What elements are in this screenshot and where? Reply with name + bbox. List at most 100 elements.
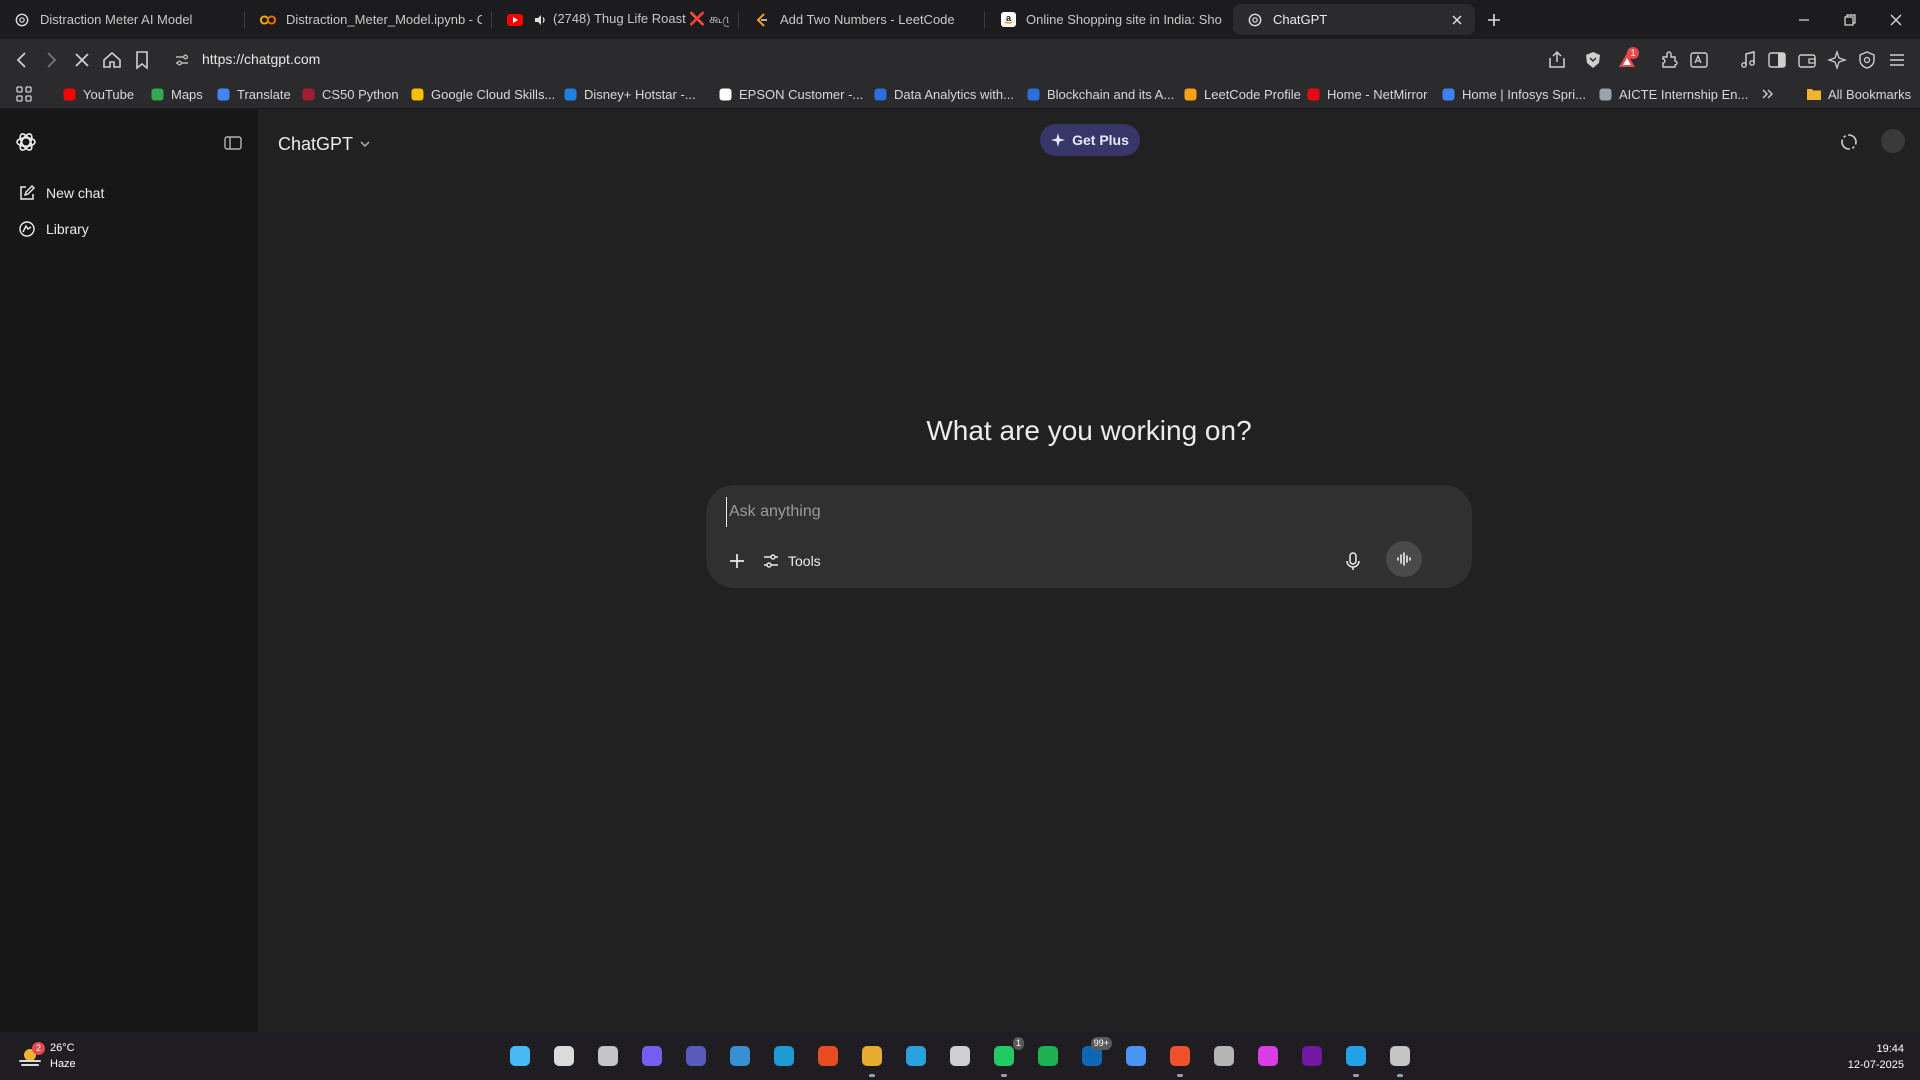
windows-start-icon[interactable] bbox=[506, 1042, 534, 1070]
share-icon[interactable] bbox=[1546, 49, 1568, 71]
site-settings-icon[interactable] bbox=[174, 52, 190, 68]
library-button[interactable]: Library bbox=[10, 212, 248, 246]
clock-date: 12-07-2025 bbox=[1847, 1059, 1904, 1071]
tab-title: ChatGPT bbox=[1273, 12, 1328, 27]
file-explorer-icon[interactable] bbox=[858, 1042, 886, 1077]
tab-youtube[interactable]: (2748) Thug Life Roast ❌ கூமுட்டை bbox=[493, 4, 739, 35]
cloud-icon bbox=[410, 87, 424, 101]
folder-icon bbox=[1807, 87, 1821, 101]
epson-icon bbox=[718, 87, 732, 101]
telegram-icon[interactable] bbox=[902, 1042, 930, 1070]
system-clock[interactable]: 19:44 12-07-2025 bbox=[1848, 1041, 1904, 1073]
new-chat-button[interactable]: New chat bbox=[10, 176, 248, 210]
bookmark-item[interactable]: Translate bbox=[216, 85, 291, 103]
clock-app-icon[interactable] bbox=[1210, 1042, 1238, 1070]
prompt-composer: Tools bbox=[706, 485, 1472, 588]
brave-shields-icon[interactable] bbox=[1582, 49, 1604, 71]
vscode-icon[interactable] bbox=[1342, 1042, 1370, 1077]
tab-amazon[interactable]: a Online Shopping site in India: Shop On… bbox=[986, 4, 1232, 35]
sparkle-icon bbox=[1051, 133, 1066, 147]
bookmark-icon[interactable] bbox=[131, 49, 153, 71]
tab-leetcode[interactable]: Add Two Numbers - LeetCode bbox=[740, 4, 985, 35]
new-tab-icon[interactable] bbox=[1484, 10, 1504, 30]
bookmark-label: Data Analytics with... bbox=[894, 86, 1014, 102]
whatsapp-icon[interactable]: 1 bbox=[990, 1037, 1024, 1077]
tab-distraction-meter[interactable]: Distraction Meter AI Model bbox=[0, 4, 245, 35]
bookmark-item[interactable]: CS50 Python bbox=[301, 85, 399, 103]
bookmark-item[interactable]: Disney+ Hotstar -... bbox=[563, 85, 696, 103]
copilot-icon[interactable] bbox=[638, 1042, 666, 1070]
todo-icon[interactable] bbox=[1122, 1042, 1150, 1070]
media-player-icon[interactable] bbox=[946, 1042, 974, 1070]
tools-button[interactable]: Tools bbox=[762, 549, 821, 573]
extensions-icon[interactable] bbox=[1658, 49, 1680, 71]
forward-icon[interactable] bbox=[40, 49, 62, 71]
infosys-icon bbox=[1441, 87, 1455, 101]
outlook-icon[interactable]: 99+ bbox=[1078, 1037, 1112, 1070]
bookmark-item[interactable]: Blockchain and its A... bbox=[1026, 85, 1174, 103]
user-avatar[interactable] bbox=[1881, 129, 1905, 153]
youtube-icon bbox=[507, 12, 523, 28]
brave-icon[interactable] bbox=[1166, 1042, 1194, 1077]
tab-chatgpt[interactable]: ChatGPT bbox=[1233, 4, 1475, 35]
model-selector[interactable]: ChatGPT bbox=[278, 129, 373, 159]
back-icon[interactable] bbox=[11, 49, 33, 71]
voice-mode-button[interactable] bbox=[1386, 541, 1422, 577]
edge-icon[interactable] bbox=[770, 1042, 798, 1070]
wallet-icon[interactable] bbox=[1796, 49, 1818, 71]
stop-loading-icon[interactable] bbox=[71, 49, 93, 71]
leo-ai-icon[interactable] bbox=[1826, 49, 1848, 71]
spotify-icon[interactable] bbox=[1034, 1042, 1062, 1070]
bookmark-item[interactable]: YouTube bbox=[62, 85, 134, 103]
terminal-icon[interactable] bbox=[1386, 1042, 1414, 1077]
bookmark-item[interactable]: Home | Infosys Spri... bbox=[1441, 85, 1586, 103]
onenote-icon[interactable] bbox=[1298, 1042, 1326, 1070]
media-controls-icon[interactable] bbox=[1737, 49, 1759, 71]
close-sidebar-icon[interactable] bbox=[222, 132, 244, 154]
add-attachment-icon[interactable] bbox=[726, 550, 748, 572]
bookmark-item[interactable]: LeetCode Profile bbox=[1183, 85, 1301, 103]
vpn-icon[interactable] bbox=[1856, 49, 1878, 71]
menu-icon[interactable] bbox=[1886, 49, 1908, 71]
bookmark-item[interactable]: AICTE Internship En... bbox=[1598, 85, 1748, 103]
tab-colab[interactable]: Distraction_Meter_Model.ipynb - Colab bbox=[246, 4, 492, 35]
sidebar-icon[interactable] bbox=[1766, 49, 1788, 71]
get-plus-button[interactable]: Get Plus bbox=[1040, 124, 1140, 156]
clock-time: 19:44 bbox=[1876, 1043, 1904, 1055]
colab-icon bbox=[260, 12, 276, 28]
swayam-icon bbox=[1026, 87, 1040, 101]
openai-logo-icon[interactable] bbox=[14, 130, 38, 154]
bookmark-item[interactable]: Google Cloud Skills... bbox=[410, 85, 555, 103]
temporary-chat-icon[interactable] bbox=[1838, 131, 1860, 153]
microphone-icon[interactable] bbox=[1342, 550, 1364, 572]
translate-page-icon[interactable] bbox=[1688, 49, 1710, 71]
all-bookmarks-folder[interactable]: All Bookmarks bbox=[1807, 85, 1911, 103]
store-icon[interactable] bbox=[814, 1042, 842, 1070]
bookmark-item[interactable]: EPSON Customer -... bbox=[718, 85, 863, 103]
teams-icon[interactable] bbox=[682, 1042, 710, 1070]
home-icon[interactable] bbox=[101, 49, 123, 71]
bookmark-item[interactable]: Data Analytics with... bbox=[873, 85, 1014, 103]
tab-title: Add Two Numbers - LeetCode bbox=[780, 12, 955, 27]
weather-widget[interactable]: 2 26°C Haze bbox=[18, 1039, 138, 1073]
apps-grid-icon[interactable] bbox=[16, 85, 32, 103]
more-bookmarks-icon[interactable] bbox=[1761, 85, 1775, 103]
waveform-icon bbox=[1395, 550, 1413, 568]
restore-icon[interactable] bbox=[1840, 10, 1860, 30]
task-view-icon[interactable] bbox=[594, 1042, 622, 1070]
prompt-input[interactable] bbox=[726, 497, 1446, 527]
tab-title: (2748) Thug Life Roast ❌ கூமுட்டை bbox=[553, 11, 729, 26]
bookmark-item[interactable]: Home - NetMirror bbox=[1306, 85, 1427, 103]
close-window-icon[interactable] bbox=[1886, 10, 1906, 30]
address-bar[interactable]: https://chatgpt.com bbox=[166, 44, 1580, 76]
bookmark-item[interactable]: Maps bbox=[150, 85, 203, 103]
close-tab-icon[interactable] bbox=[1449, 12, 1465, 28]
minimize-icon[interactable] bbox=[1794, 10, 1814, 30]
search-icon[interactable] bbox=[550, 1042, 578, 1070]
speaker-icon[interactable] bbox=[533, 12, 547, 28]
arc-icon[interactable] bbox=[1254, 1042, 1282, 1070]
bookmark-label: AICTE Internship En... bbox=[1619, 86, 1749, 102]
widgets-icon[interactable] bbox=[726, 1042, 754, 1070]
bookmark-label: Maps bbox=[171, 86, 203, 102]
url-text: https://chatgpt.com bbox=[202, 51, 321, 67]
